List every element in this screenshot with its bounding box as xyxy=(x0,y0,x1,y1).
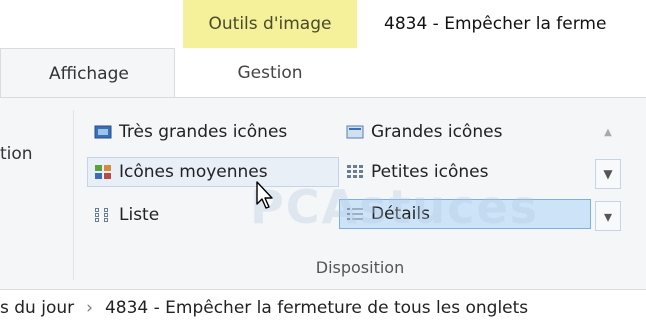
layout-item-small-icons[interactable]: Petites icônes xyxy=(340,157,590,187)
breadcrumb-separator-icon[interactable]: › xyxy=(86,298,93,318)
group-separator xyxy=(73,110,74,280)
breadcrumb-item[interactable]: 4834 - Empêcher la fermeture de tous les… xyxy=(105,298,528,318)
breadcrumb: s du jour › 4834 - Empêcher la fermeture d… xyxy=(0,298,528,318)
extra-large-icons-icon xyxy=(94,125,112,139)
tab-gestion-label: Gestion xyxy=(237,63,303,83)
breadcrumb-item[interactable]: s du jour xyxy=(0,298,74,318)
gallery-scroll: ▲ ▼ ▾ xyxy=(595,117,621,237)
gallery-scroll-down-button[interactable]: ▼ xyxy=(595,159,621,189)
details-icon xyxy=(347,208,363,220)
more-options-icon: ▾ xyxy=(603,206,613,226)
layout-item-label: Icônes moyennes xyxy=(119,162,268,182)
group-label-disposition: Disposition xyxy=(315,258,405,277)
gallery-scroll-up-button[interactable]: ▲ xyxy=(595,117,621,147)
medium-icons-icon xyxy=(95,165,111,179)
chevron-down-icon: ▼ xyxy=(603,167,613,181)
layout-item-details[interactable]: Détails xyxy=(339,199,591,229)
layout-item-extra-large-icons[interactable]: Très grandes icônes xyxy=(88,117,338,147)
layout-item-label: Grandes icônes xyxy=(371,122,503,142)
layout-item-label: Très grandes icônes xyxy=(119,122,288,142)
window-title: 4834 - Empêcher la ferme xyxy=(384,14,607,34)
tab-affichage[interactable]: Affichage xyxy=(0,48,175,98)
layout-item-large-icons[interactable]: Grandes icônes xyxy=(340,117,590,147)
large-icons-icon xyxy=(346,125,364,139)
layout-item-list[interactable]: Liste xyxy=(88,200,338,230)
tab-affichage-label: Affichage xyxy=(49,63,129,84)
chevron-up-icon: ▲ xyxy=(604,126,612,138)
layout-item-label: Liste xyxy=(119,205,160,225)
left-group-label: tion xyxy=(0,144,33,164)
mouse-cursor-icon xyxy=(256,181,273,209)
small-icons-icon xyxy=(347,165,363,178)
tab-gestion[interactable]: Gestion xyxy=(183,48,357,98)
list-icon xyxy=(95,208,108,222)
gallery-more-button[interactable]: ▾ xyxy=(595,201,621,231)
layout-item-label: Détails xyxy=(371,204,430,224)
layout-item-label: Petites icônes xyxy=(371,162,489,182)
contextual-tab-picture-tools: Outils d'image xyxy=(183,0,357,48)
layout-item-medium-icons[interactable]: Icônes moyennes xyxy=(87,157,339,187)
contextual-tab-label: Outils d'image xyxy=(208,14,332,34)
